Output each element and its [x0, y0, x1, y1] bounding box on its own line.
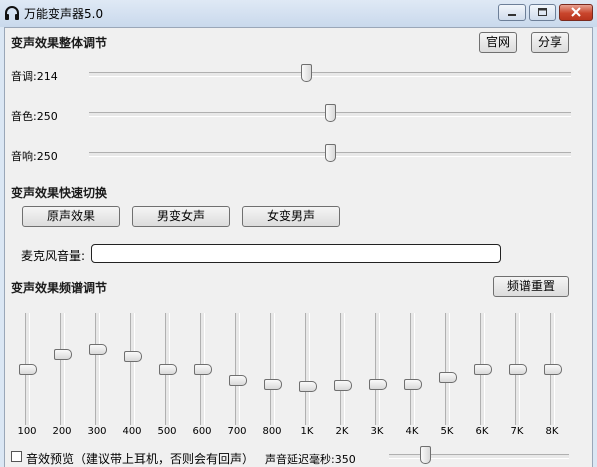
mic-volume-meter	[91, 244, 501, 263]
band-frequency-label: 100	[17, 426, 37, 437]
preview-label: 音效预览（建议带上耳机，否则会有回声）	[26, 452, 255, 466]
male-to-female-button[interactable]: 男变女声	[132, 206, 230, 227]
spectrum-reset-button[interactable]: 频谱重置	[493, 276, 569, 297]
band-thumb-0[interactable]	[19, 364, 37, 375]
maximize-icon	[538, 8, 547, 16]
band-thumb-7[interactable]	[264, 379, 282, 390]
band-thumb-4[interactable]	[159, 364, 177, 375]
band-frequency-label: 1K	[300, 426, 314, 437]
delay-label: 声音延迟毫秒:350	[265, 451, 356, 467]
delay-label-text: 声音延迟毫秒:	[265, 453, 335, 466]
headphones-icon	[5, 6, 19, 20]
slider-thumb-1[interactable]	[325, 104, 336, 122]
delay-slider-track[interactable]	[389, 454, 569, 459]
website-button[interactable]: 官网	[479, 32, 517, 53]
band-track-1[interactable]	[60, 313, 65, 425]
band-frequency-label: 2K	[335, 426, 349, 437]
slider-label-2: 音响:250	[11, 148, 58, 164]
slider-thumb-2[interactable]	[325, 144, 336, 162]
delay-value: 350	[334, 453, 356, 466]
slider-value: 250	[36, 150, 58, 163]
overall-section-title: 变声效果整体调节	[11, 36, 108, 50]
band-frequency-label: 500	[157, 426, 177, 437]
band-track-9[interactable]	[340, 313, 345, 425]
band-frequency-label: 3K	[370, 426, 384, 437]
band-frequency-label: 5K	[440, 426, 454, 437]
slider-label-1: 音色:250	[11, 108, 58, 124]
band-thumb-3[interactable]	[124, 351, 142, 362]
share-button[interactable]: 分享	[531, 32, 569, 53]
band-frequency-label: 700	[227, 426, 247, 437]
female-to-male-button[interactable]: 女变男声	[242, 206, 340, 227]
close-button[interactable]	[559, 4, 593, 21]
mic-volume-label: 麦克风音量:	[21, 249, 86, 263]
delay-slider-thumb[interactable]	[420, 446, 431, 464]
band-track-8[interactable]	[305, 313, 310, 425]
minimize-icon	[508, 14, 516, 16]
slider-thumb-0[interactable]	[301, 64, 312, 82]
band-thumb-2[interactable]	[89, 344, 107, 355]
band-thumb-14[interactable]	[509, 364, 527, 375]
band-track-2[interactable]	[95, 313, 100, 425]
band-track-12[interactable]	[445, 313, 450, 425]
band-frequency-label: 8K	[545, 426, 559, 437]
band-frequency-label: 800	[262, 426, 282, 437]
window-title: 万能变声器5.0	[24, 7, 104, 21]
slider-track-0[interactable]	[89, 72, 571, 77]
band-thumb-1[interactable]	[54, 349, 72, 360]
title-bar[interactable]: 万能变声器5.0	[0, 0, 597, 27]
band-track-7[interactable]	[270, 313, 275, 425]
band-track-11[interactable]	[410, 313, 415, 425]
preview-checkbox[interactable]	[11, 451, 22, 462]
quick-switch-section-title: 变声效果快速切换	[11, 186, 108, 200]
band-frequency-label: 600	[192, 426, 212, 437]
band-frequency-label: 400	[122, 426, 142, 437]
band-frequency-label: 6K	[475, 426, 489, 437]
band-frequency-label: 300	[87, 426, 107, 437]
band-track-3[interactable]	[130, 313, 135, 425]
band-thumb-11[interactable]	[404, 379, 422, 390]
band-track-6[interactable]	[235, 313, 240, 425]
slider-label-0: 音调:214	[11, 68, 58, 84]
minimize-button[interactable]	[498, 4, 526, 21]
band-thumb-12[interactable]	[439, 372, 457, 383]
band-frequency-label: 7K	[510, 426, 524, 437]
band-thumb-5[interactable]	[194, 364, 212, 375]
band-frequency-label: 200	[52, 426, 72, 437]
main-panel: 变声效果整体调节 官网 分享 音调:214 音色:250 音响:250 变声效果快速…	[4, 27, 593, 467]
spectrum-section-title: 变声效果频谱调节	[11, 281, 108, 295]
band-thumb-9[interactable]	[334, 380, 352, 391]
band-frequency-label: 4K	[405, 426, 419, 437]
band-track-10[interactable]	[375, 313, 380, 425]
close-icon	[571, 7, 581, 17]
slider-value: 250	[36, 110, 58, 123]
slider-name: 音色	[11, 110, 33, 123]
band-thumb-13[interactable]	[474, 364, 492, 375]
band-thumb-8[interactable]	[299, 381, 317, 392]
band-thumb-6[interactable]	[229, 375, 247, 386]
band-thumb-10[interactable]	[369, 379, 387, 390]
slider-name: 音调	[11, 70, 33, 83]
slider-value: 214	[36, 70, 58, 83]
original-voice-button[interactable]: 原声效果	[22, 206, 120, 227]
slider-name: 音响	[11, 150, 33, 163]
maximize-button[interactable]	[529, 4, 556, 21]
band-thumb-15[interactable]	[544, 364, 562, 375]
